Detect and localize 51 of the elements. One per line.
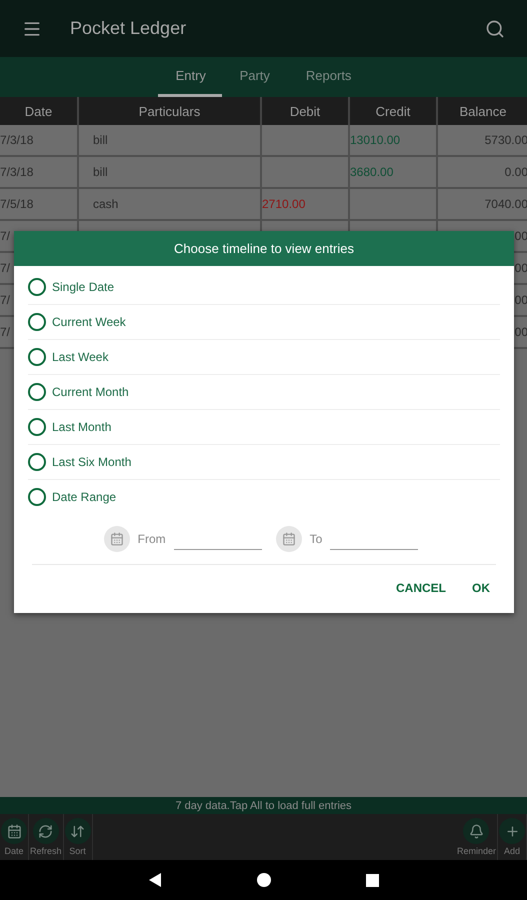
table-cell: 7/ — [0, 325, 10, 339]
option-label[interactable]: Date Range — [52, 490, 116, 504]
table-cell: 7/3/18 — [0, 165, 34, 179]
toolbar-button[interactable]: Refresh — [29, 814, 64, 860]
radio-button[interactable] — [28, 278, 46, 296]
sort-icon — [70, 824, 86, 838]
table-cell-text: bill — [92, 133, 108, 147]
radio-button[interactable] — [28, 488, 46, 506]
calendar-icon — [6, 824, 22, 838]
search-icon[interactable] — [485, 18, 505, 38]
recents-icon[interactable] — [366, 874, 379, 886]
radio-button[interactable] — [28, 348, 46, 366]
table-cell: 2710.00 — [262, 197, 306, 211]
from-label: From — [138, 532, 166, 546]
to-label: To — [310, 532, 322, 546]
dialog-button[interactable]: CANCEL — [390, 577, 452, 599]
toolbar-button[interactable]: Reminder — [456, 814, 498, 860]
table-cell-text: bill — [92, 165, 108, 179]
radio-button[interactable] — [28, 418, 46, 436]
back-icon[interactable] — [148, 873, 162, 887]
table-cell: 7/ — [0, 229, 10, 243]
info-bar: 7 day data.Tap All to load full entries — [0, 797, 527, 814]
table-cell: 7/3/18 — [0, 133, 34, 147]
radio-button[interactable] — [28, 313, 46, 331]
option-label[interactable]: Single Date — [52, 280, 114, 294]
calendar-icon — [110, 532, 124, 546]
table-cell-text: cash — [92, 197, 118, 211]
option-label[interactable]: Current Week — [52, 315, 126, 329]
plus-icon — [504, 824, 520, 838]
option-label[interactable]: Last Six Month — [52, 455, 132, 469]
tab[interactable]: Party — [222, 57, 288, 97]
dialog-title: Choose timeline to view entries — [14, 231, 514, 266]
bell-icon — [468, 824, 484, 838]
calendar-button[interactable] — [276, 526, 302, 552]
table-cell: 3680.00 — [350, 165, 394, 179]
app-title: Pocket Ledger — [70, 18, 188, 39]
option-label[interactable]: Last Month — [52, 420, 112, 434]
calendar-button[interactable] — [104, 526, 130, 552]
option-label[interactable]: Current Month — [52, 385, 129, 399]
refresh-icon — [38, 824, 54, 838]
radio-button[interactable] — [28, 453, 46, 471]
dialog-button[interactable]: OK — [466, 577, 496, 599]
table-cell: 7/ — [0, 261, 10, 275]
table-cell: 7/5/18 — [0, 197, 34, 211]
option-label[interactable]: Last Week — [52, 350, 108, 364]
home-icon[interactable] — [257, 873, 271, 887]
table-cell: 7/ — [0, 293, 10, 307]
radio-button[interactable] — [28, 383, 46, 401]
table-cell: 13010.00 — [350, 133, 400, 147]
tab[interactable]: Reports — [288, 57, 370, 97]
calendar-icon — [282, 532, 296, 546]
